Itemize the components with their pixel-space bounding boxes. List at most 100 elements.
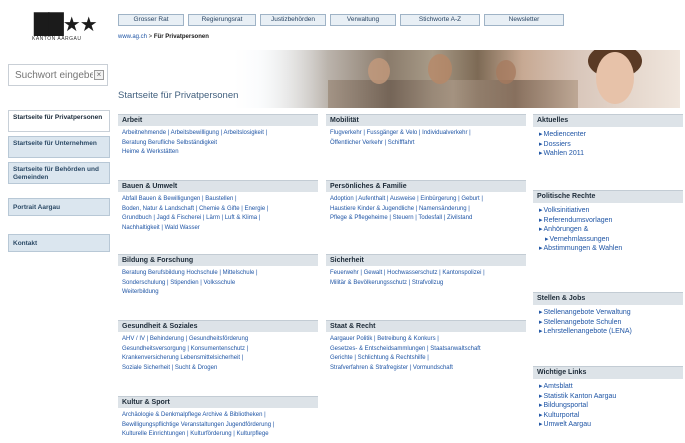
banner-person-shape [496,60,516,84]
section-mobilitaet: Mobilität Flugverkehr | Fussgänger & Vel… [326,114,526,148]
breadcrumb-separator: > [147,34,154,40]
aside-links: Volksinitiativen Referendumsvorlagen Anh… [533,203,683,254]
link-line[interactable]: Adoption | Aufenthalt | Ausweise | Einbü… [330,195,522,205]
link-line[interactable]: Öffentlicher Verkehr | Schifffahrt [330,139,522,149]
section-links: Flugverkehr | Fussgänger & Velo | Indivi… [326,126,526,148]
link-line[interactable]: Feuerwehr | Gewalt | Hochwasserschutz | … [330,269,522,279]
breadcrumb: www.ag.ch > Für Privatpersonen [118,34,209,40]
link-line[interactable]: Nachhaltigkeit | Wald Wasser [122,224,314,234]
link-line[interactable]: Pflege & Pflegeheime | Steuern | Todesfa… [330,214,522,224]
search-box: × [8,64,108,86]
aside-heading: Wichtige Links [533,366,683,379]
link-line[interactable]: Boden, Natur & Landschaft | Chemie & Gif… [122,205,314,215]
section-gesundheit-soziales: Gesundheit & Soziales AHV / IV | Behinde… [118,320,318,373]
section-links: Arbeitnehmende | Arbeitsbewilligung | Ar… [118,126,318,158]
aside-link[interactable]: Kulturportal [539,411,679,421]
search-clear-icon[interactable]: × [94,70,104,80]
sidebar-item-privatpersonen[interactable]: Startseite für Privatpersonen [8,110,110,132]
tab-grosser-rat[interactable]: Grosser Rat [118,14,184,26]
aside-link[interactable]: Referendumsvorlagen [539,216,679,226]
sidebar-item-behoerden[interactable]: Startseite für Behörden und Gemeinden [8,162,110,184]
link-line[interactable]: Sonderschulung | Stipendien | Volksschul… [122,279,314,289]
section-heading: Arbeit [118,114,318,126]
aside-link[interactable]: Amtsblatt [539,382,679,392]
tab-regierungsrat[interactable]: Regierungsrat [188,14,256,26]
link-line[interactable]: Flugverkehr | Fussgänger & Velo | Indivi… [330,129,522,139]
section-heading: Kultur & Sport [118,396,318,408]
section-heading: Staat & Recht [326,320,526,332]
section-kultur-sport: Kultur & Sport Archäologie & Denkmalpfle… [118,396,318,440]
section-links: Abfall Bauen & Bewilligungen | Baustelle… [118,192,318,233]
sidebar-item-portrait[interactable]: Portrait Aargau [8,198,110,216]
aside-stellen-jobs: Stellen & Jobs Stellenangebote Verwaltun… [533,292,683,337]
aside-link[interactable]: Stellenangebote Schulen [539,318,679,328]
section-heading: Mobilität [326,114,526,126]
aside-link[interactable]: Lehrstellenangebote (LENA) [539,327,679,337]
aside-link[interactable]: Anhörungen & [539,225,679,235]
link-line[interactable]: Arbeitnehmende | Arbeitsbewilligung | Ar… [122,129,314,139]
aside-link[interactable]: Volksinitiativen [539,206,679,216]
breadcrumb-home-link[interactable]: www.ag.ch [118,34,147,40]
aside-heading: Politische Rechte [533,190,683,203]
aside-link[interactable]: Umwelt Aargau [539,420,679,430]
banner-crowd-shape [328,80,578,108]
link-line[interactable]: Gesetzes- & Entscheidsammlungen | Staats… [330,345,522,355]
sidebar-item-unternehmen[interactable]: Startseite für Unternehmen [8,136,110,158]
link-line[interactable]: Strafverfahren & Strafregister | Vormund… [330,364,522,374]
aside-heading: Aktuelles [533,114,683,127]
link-line[interactable]: Grundbuch | Jagd & Fischerei | Lärm | Lu… [122,214,314,224]
tab-stichworte[interactable]: Stichworte A-Z [400,14,480,26]
link-line[interactable]: Archäologie & Denkmalpflege Archive & Bi… [122,411,314,421]
left-sidebar: ██★★ KANTON AARGAU × Startseite für Priv… [0,0,112,443]
link-line[interactable]: Heime & Werkstätten [122,148,314,158]
link-line[interactable]: Kulturelle Einrichtungen | Kulturförderu… [122,430,314,440]
aside-link[interactable]: Abstimmungen & Wahlen [539,244,679,254]
aside-aktuelles: Aktuelles Mediencenter Dossiers Wahlen 2… [533,114,683,159]
section-heading: Bauen & Umwelt [118,180,318,192]
section-heading: Persönliches & Familie [326,180,526,192]
link-line[interactable]: Beratung Berufsbildung Hochschule | Mitt… [122,269,314,279]
tab-justizbehoerden[interactable]: Justizbehörden [260,14,326,26]
aside-link[interactable]: Dossiers [539,140,679,150]
section-links: Archäologie & Denkmalpflege Archive & Bi… [118,408,318,440]
tab-newsletter[interactable]: Newsletter [484,14,564,26]
section-heading: Bildung & Forschung [118,254,318,266]
logo-text: KANTON AARGAU [32,36,82,42]
aside-link[interactable]: Mediencenter [539,130,679,140]
link-line[interactable]: Militär & Bevölkerungsschutz | Strafvoll… [330,279,522,289]
aside-wichtige-links: Wichtige Links Amtsblatt Statistik Kanto… [533,366,683,430]
banner-person-shape [368,58,390,84]
link-line[interactable]: Krankenversicherung Lebensmittelsicherhe… [122,354,314,364]
aside-heading: Stellen & Jobs [533,292,683,305]
aside-links: Mediencenter Dossiers Wahlen 2011 [533,127,683,159]
kanton-aargau-logo[interactable]: ██★★ KANTON AARGAU [20,12,100,46]
aside-link[interactable]: Wahlen 2011 [539,149,679,159]
link-line[interactable]: AHV / IV | Behinderung | Gesundheitsförd… [122,335,314,345]
link-line[interactable]: Weiterbildung [122,288,314,298]
aargau-coat-of-arms-icon: ██★★ [34,12,98,36]
aside-link[interactable]: Bildungsportal [539,401,679,411]
aside-links: Amtsblatt Statistik Kanton Aargau Bildun… [533,379,683,430]
link-line[interactable]: Beratung Berufliche Selbständigkeit [122,139,314,149]
aside-link[interactable]: Statistik Kanton Aargau [539,392,679,402]
section-heading: Sicherheit [326,254,526,266]
link-line[interactable]: Haustiere Kinder & Jugendliche | Namensä… [330,205,522,215]
page-title: Startseite für Privatpersonen [118,90,239,101]
link-line[interactable]: Aargauer Politik | Betreibung & Konkurs … [330,335,522,345]
tab-verwaltung[interactable]: Verwaltung [330,14,396,26]
section-sicherheit: Sicherheit Feuerwehr | Gewalt | Hochwass… [326,254,526,288]
aside-link[interactable]: Stellenangebote Verwaltung [539,308,679,318]
aside-links: Stellenangebote Verwaltung Stellenangebo… [533,305,683,337]
sidebar-item-kontakt[interactable]: Kontakt [8,234,110,252]
link-line[interactable]: Abfall Bauen & Bewilligungen | Baustelle… [122,195,314,205]
link-line[interactable]: Gesundheitsversorgung | Konsumentenschut… [122,345,314,355]
link-line[interactable]: Soziale Sicherheit | Sucht & Drogen [122,364,314,374]
link-line[interactable]: Bewilligungspflichtige Veranstaltungen J… [122,421,314,431]
section-links: Adoption | Aufenthalt | Ausweise | Einbü… [326,192,526,224]
banner-person-shape [428,54,452,84]
section-links: Feuerwehr | Gewalt | Hochwasserschutz | … [326,266,526,288]
aside-link[interactable]: Vernehmlassungen [539,235,679,245]
link-line[interactable]: Gerichte | Schlichtung & Rechtshilfe | [330,354,522,364]
aside-politische-rechte: Politische Rechte Volksinitiativen Refer… [533,190,683,254]
search-input[interactable] [9,65,93,86]
